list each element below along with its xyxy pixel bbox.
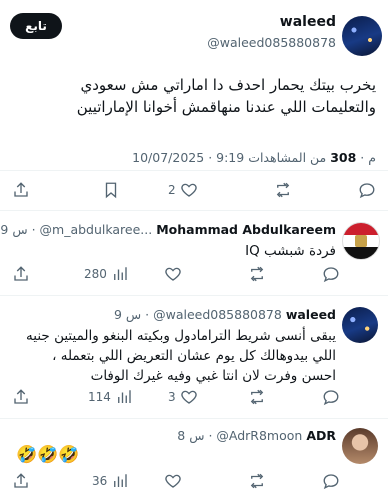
share-icon <box>14 389 28 404</box>
reply-author-name[interactable]: waleed <box>286 307 336 322</box>
reply-time[interactable]: 8 س <box>177 428 204 443</box>
divider <box>0 170 388 171</box>
reply-button[interactable] <box>322 265 340 283</box>
flag-emblem-icon <box>355 235 367 247</box>
like-button[interactable] <box>164 472 182 490</box>
reply-author-name[interactable]: ADR <box>306 428 336 443</box>
reply-text-line: 🤣🤣🤣 <box>16 445 80 465</box>
views-button[interactable]: 36 <box>92 472 129 490</box>
reply-icon <box>359 183 375 199</box>
reply-button[interactable] <box>322 388 340 406</box>
reply-handle[interactable]: @m_abdulkaree... <box>40 222 153 237</box>
retweet-button[interactable] <box>274 181 292 199</box>
divider <box>0 210 388 211</box>
reply-header: 9 س · @m_abdulkaree... Mohammad Abdulkar… <box>0 222 336 237</box>
views-button[interactable]: 280 <box>84 265 129 283</box>
views-icon <box>113 267 127 280</box>
reply-author-name[interactable]: Mohammad Abdulkareem <box>156 222 336 237</box>
reply-text-line: اللي بيدوهالك كل يوم عشان التعريض اللي ب… <box>52 348 336 364</box>
reply-header: 9 س · @waleed085880878 waleed <box>113 307 336 322</box>
reply-text-line: فردة شبشب IQ <box>245 243 336 259</box>
retweet-button[interactable] <box>248 472 266 490</box>
reply-time[interactable]: 9 س <box>114 307 141 322</box>
share-button[interactable] <box>12 181 30 199</box>
author-handle[interactable]: @waleed085880878 <box>207 35 336 50</box>
heart-icon <box>180 183 197 197</box>
reply-handle[interactable]: @AdrR8moon <box>216 428 302 443</box>
views-count: 308 <box>330 150 357 165</box>
bookmark-icon <box>105 182 117 199</box>
views-count: 280 <box>84 267 107 281</box>
tweet-date[interactable]: 10/07/2025 <box>132 150 204 165</box>
like-count: 2 <box>168 183 176 197</box>
reply-text: 🤣🤣🤣 <box>16 445 80 465</box>
reply-handle[interactable]: @waleed085880878 <box>153 307 282 322</box>
reply-icon <box>323 474 339 490</box>
follow-button[interactable]: تابع <box>10 13 62 39</box>
reply-header: 8 س · @AdrR8moon ADR <box>177 428 336 443</box>
divider <box>0 418 388 419</box>
share-icon <box>14 182 28 197</box>
reply-icon <box>323 390 339 406</box>
like-count: 3 <box>168 390 176 404</box>
bookmark-button[interactable] <box>102 181 120 199</box>
tweet-meta: 10/07/2025 · 9:19 م · 308 من المشاهدات <box>132 150 376 165</box>
tweet-text-line: والتعليمات اللي عندنا منهاقمش أخوانا الإ… <box>76 98 376 116</box>
reply-text: يبقى أنسى شريط الترامادول وبكيته البنغو … <box>6 326 336 386</box>
views-label: من المشاهدات <box>248 150 327 165</box>
views-count: 114 <box>88 390 111 404</box>
reply-avatar[interactable] <box>342 222 380 260</box>
heart-icon <box>165 267 181 281</box>
retweet-button[interactable] <box>248 388 266 406</box>
share-icon <box>14 266 28 281</box>
views-count: 36 <box>92 474 108 488</box>
views-button[interactable]: 114 <box>88 388 133 406</box>
reply-icon <box>323 267 339 283</box>
reply-text-line: احسن وفرت لان انتا غبي وفيه غيرك الوفات <box>90 368 336 384</box>
share-button[interactable] <box>12 265 30 283</box>
divider <box>0 295 388 296</box>
retweet-icon <box>250 473 264 489</box>
like-button[interactable]: 2 <box>168 181 198 199</box>
reply-avatar[interactable] <box>342 428 378 464</box>
heart-icon <box>165 474 181 488</box>
reply-time[interactable]: 9 س <box>0 222 27 237</box>
reply-button[interactable] <box>322 472 340 490</box>
share-button[interactable] <box>12 472 30 490</box>
share-icon <box>14 473 28 488</box>
views-icon <box>114 474 127 487</box>
views-icon <box>117 390 131 403</box>
tweet-text-line: يخرب بيتك يحمار احدف دا اماراتي مش سعودي <box>80 76 376 94</box>
author-name[interactable]: waleed <box>280 14 336 30</box>
reply-button[interactable] <box>358 181 376 199</box>
tweet-text: يخرب بيتك يحمار احدف دا اماراتي مش سعودي… <box>16 74 376 118</box>
retweet-icon <box>250 389 264 405</box>
share-button[interactable] <box>12 388 30 406</box>
like-button[interactable]: 3 <box>168 388 198 406</box>
reply-text: فردة شبشب IQ <box>16 241 336 261</box>
retweet-icon <box>276 182 290 198</box>
retweet-button[interactable] <box>248 265 266 283</box>
reply-avatar[interactable] <box>342 307 378 343</box>
reply-text-line: يبقى أنسى شريط الترامادول وبكيته البنغو … <box>26 328 336 344</box>
like-button[interactable] <box>164 265 182 283</box>
retweet-icon <box>250 266 264 282</box>
author-avatar[interactable] <box>342 16 382 56</box>
heart-icon <box>180 390 197 404</box>
